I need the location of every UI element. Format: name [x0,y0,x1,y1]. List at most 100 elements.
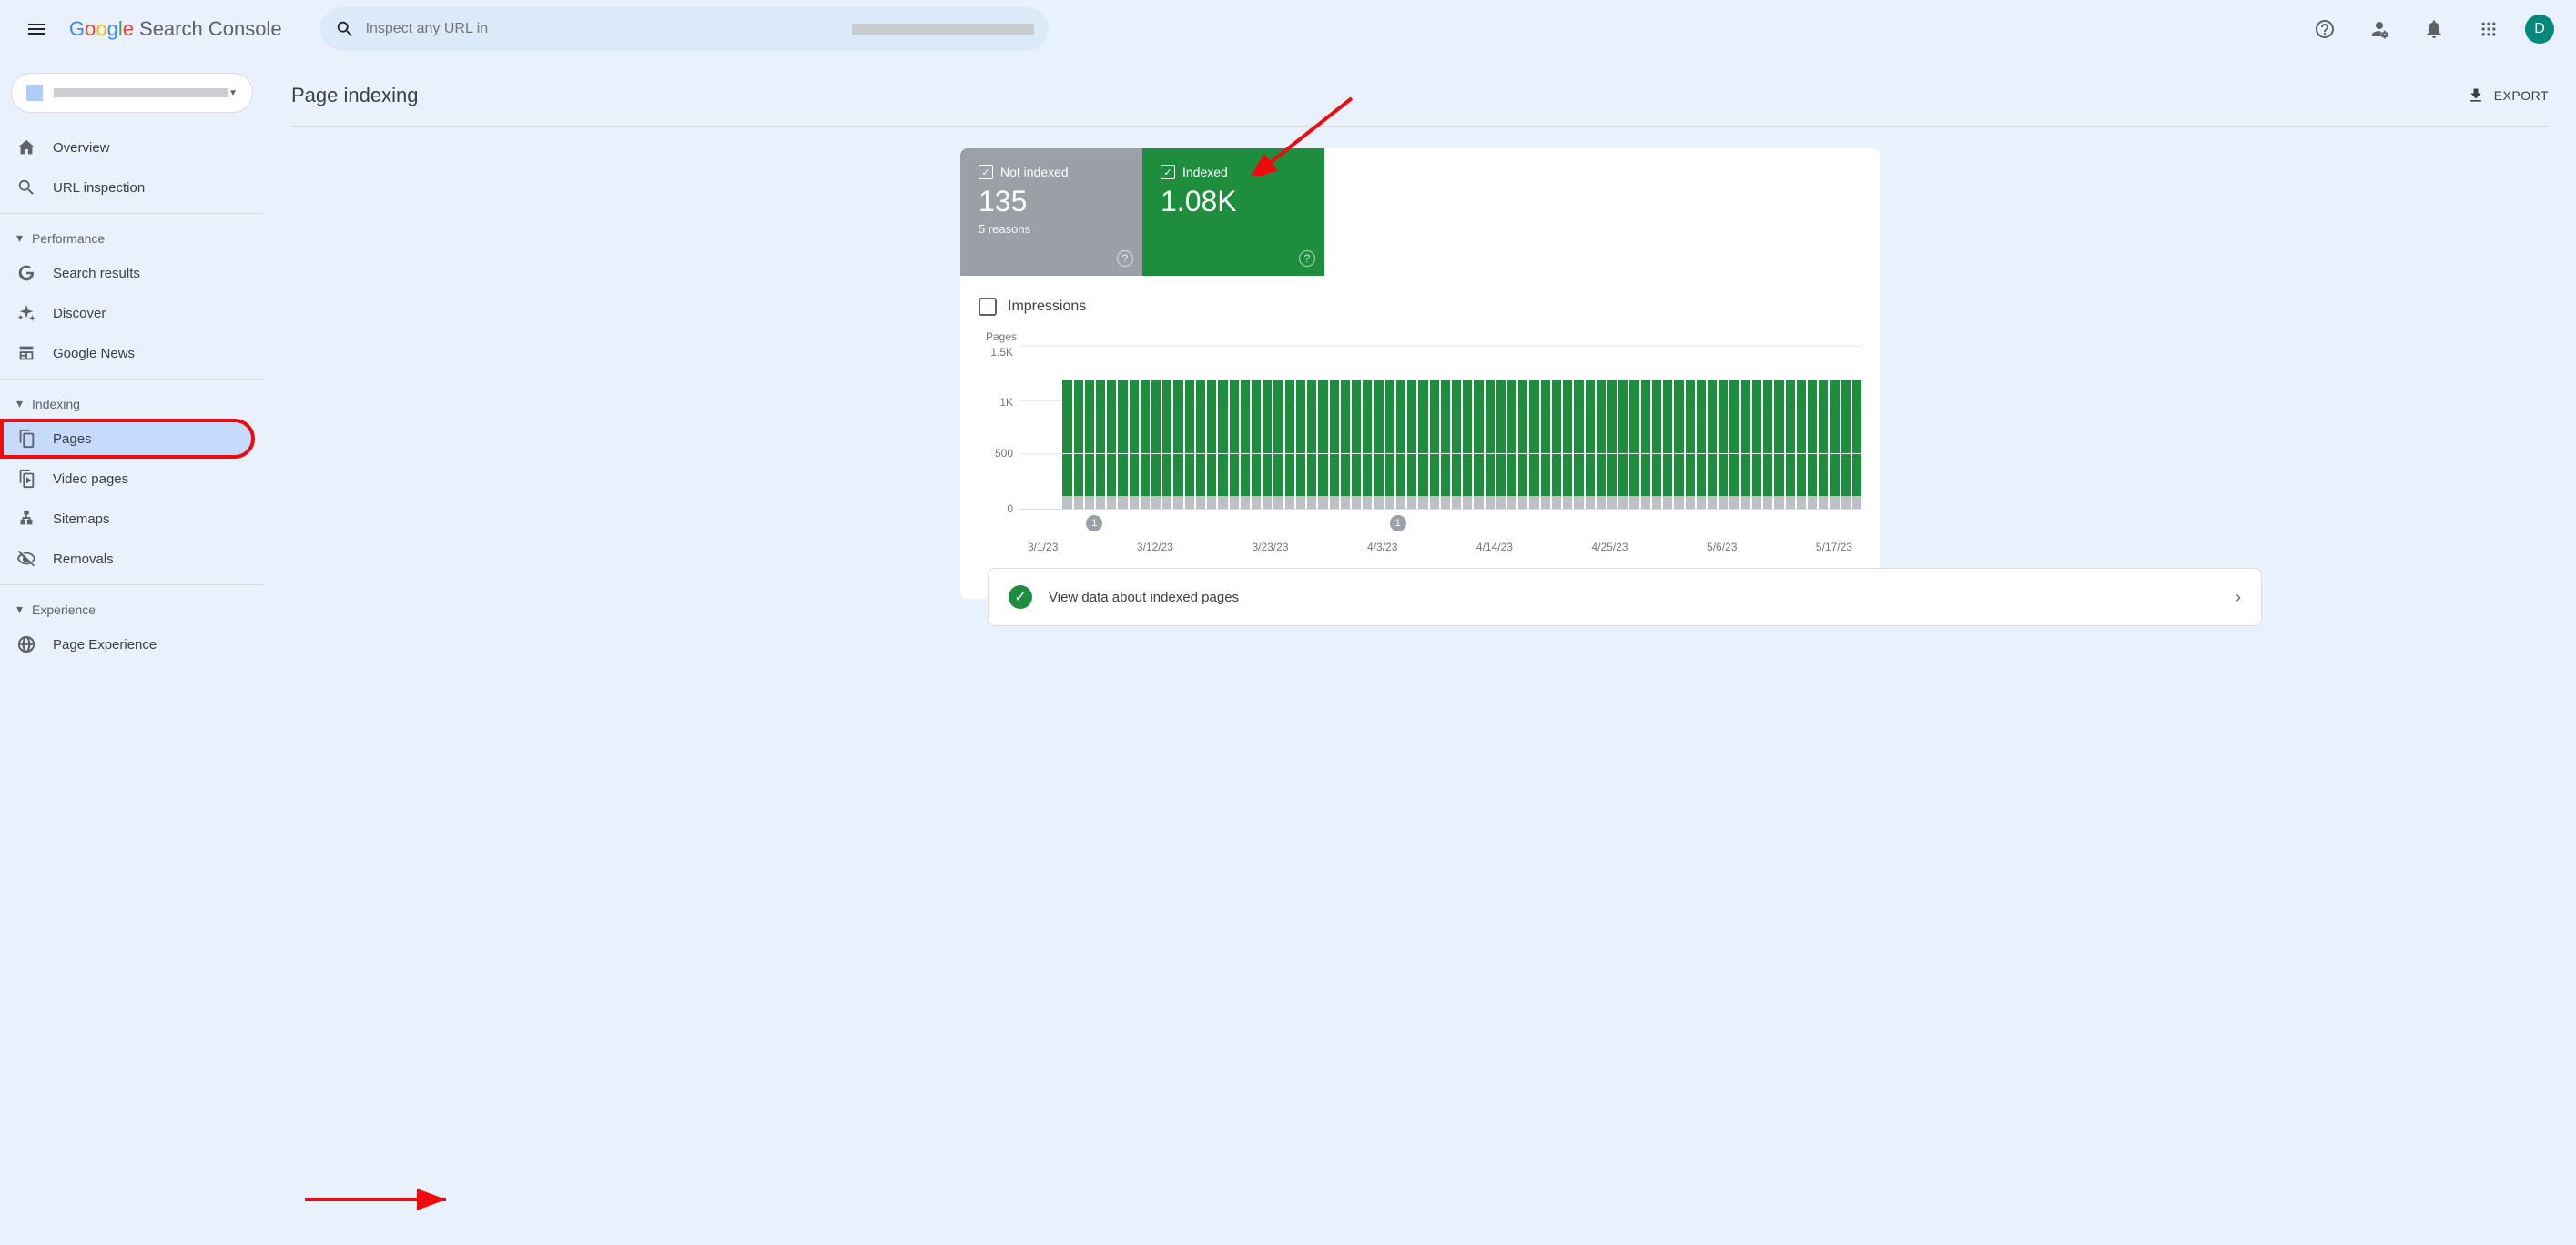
url-inspect-input[interactable] [366,21,841,37]
chart-bar [1552,380,1561,509]
chart-bar [1396,380,1405,509]
logo[interactable]: Google Search Console [69,17,282,41]
help-icon[interactable]: ? [1299,250,1315,267]
nav-pages[interactable]: Pages [0,419,255,459]
chart-bar [1541,380,1550,509]
chart-bar [1741,380,1750,509]
chart-bar [1841,380,1851,509]
help-icon[interactable] [2307,11,2343,47]
chart-bar [1652,380,1661,509]
page-title: Page indexing [291,84,418,107]
chart-bar [1474,380,1483,509]
nav-search-results[interactable]: Search results [0,253,255,293]
chart-bar [1263,380,1272,509]
chart-bar [1385,380,1394,509]
export-button[interactable]: EXPORT [2467,86,2549,105]
chart-bar [1218,380,1227,509]
nav-removals[interactable]: Removals [0,539,255,579]
chart-bar [1241,380,1250,509]
chart-marker[interactable]: 1 [1086,515,1102,531]
section-indexing[interactable]: ▾ Indexing [0,385,264,419]
section-experience[interactable]: ▾ Experience [0,591,264,624]
chart-marker[interactable]: 1 [1390,515,1406,531]
chart: Pages 1.5K 1K 500 0 1 1 [960,316,1880,553]
chart-bar [1586,380,1595,509]
chart-bars [1019,346,1861,510]
nav-overview[interactable]: Overview [0,127,255,167]
chevron-down-icon: ▾ [16,396,23,411]
globe-icon [16,634,36,654]
help-icon[interactable]: ? [1117,250,1133,267]
nav-sitemaps[interactable]: Sitemaps [0,499,255,539]
news-icon [16,343,36,363]
chart-bar [1307,380,1316,509]
visibility-off-icon [16,549,36,569]
sidebar: ▼ Overview URL inspection ▾ Performance … [0,58,264,1245]
nav-video-pages[interactable]: Video pages [0,459,255,499]
apps-grid-icon[interactable] [2470,11,2507,47]
chart-bar [1151,380,1161,509]
chart-bar [1686,380,1695,509]
chart-bar [1774,380,1783,509]
chart-bar [1318,380,1327,509]
main-content: Page indexing EXPORT ✓Not indexed 135 5 … [264,58,2576,1245]
sitemap-icon [16,509,36,529]
chart-bar [1729,380,1739,509]
chart-bar [1819,380,1828,509]
chart-bar [1162,380,1171,509]
chart-bar [1130,380,1139,509]
chart-bar [1607,380,1617,509]
chart-bar [1096,380,1105,509]
search-icon [16,177,36,197]
checkbox-checked-icon: ✓ [979,165,993,179]
section-performance[interactable]: ▾ Performance [0,219,264,253]
chart-bar [1363,380,1372,509]
chart-bar [1141,380,1150,509]
nav-page-experience[interactable]: Page Experience [0,624,255,664]
nav-discover[interactable]: Discover [0,293,255,333]
google-g-icon [16,263,36,283]
chart-bar [1352,380,1361,509]
chart-bar [1830,380,1839,509]
view-indexed-data-link[interactable]: ✓ View data about indexed pages › [988,568,2262,626]
chart-bar [1230,380,1239,509]
search-icon [335,19,355,39]
tab-indexed[interactable]: ✓Indexed 1.08K ? [1142,148,1324,276]
property-favicon [26,85,43,101]
chart-bar [1752,380,1761,509]
chart-bar [1808,380,1817,509]
account-avatar[interactable]: D [2525,15,2554,44]
account-settings-icon[interactable] [2361,11,2398,47]
chart-bar [1674,380,1683,509]
tab-not-indexed[interactable]: ✓Not indexed 135 5 reasons ? [960,148,1142,276]
chart-bar [1496,380,1506,509]
not-indexed-count: 135 [979,185,1124,218]
download-icon [2467,86,2485,105]
chart-bar [1173,380,1182,509]
indexed-count: 1.08K [1161,185,1306,218]
property-selector[interactable]: ▼ [11,73,253,113]
impressions-checkbox[interactable] [979,298,997,316]
home-icon [16,137,36,157]
chart-bar [1663,380,1672,509]
hamburger-menu-icon[interactable] [15,7,58,51]
chart-bar [1507,380,1516,509]
chart-bar [1252,380,1261,509]
chart-bar [1529,380,1538,509]
chart-bar [1597,380,1606,509]
chart-bar [1196,380,1205,509]
chevron-down-icon: ▾ [16,602,23,617]
not-indexed-reasons: 5 reasons [979,222,1124,236]
x-axis-labels: 3/1/23 3/12/23 3/23/23 4/3/23 4/14/23 4/… [1019,541,1861,553]
chart-bar [1486,380,1495,509]
indexing-card: ✓Not indexed 135 5 reasons ? ✓Indexed 1.… [960,148,1880,599]
chart-bar [1852,380,1861,509]
nav-google-news[interactable]: Google News [0,333,255,373]
annotation-arrow [300,1181,455,1218]
property-name-redacted [54,88,228,97]
chart-bar [1463,380,1472,509]
nav-url-inspection[interactable]: URL inspection [0,167,255,208]
notifications-icon[interactable] [2416,11,2452,47]
search-bar[interactable] [320,7,1049,51]
chart-bar [1563,380,1572,509]
